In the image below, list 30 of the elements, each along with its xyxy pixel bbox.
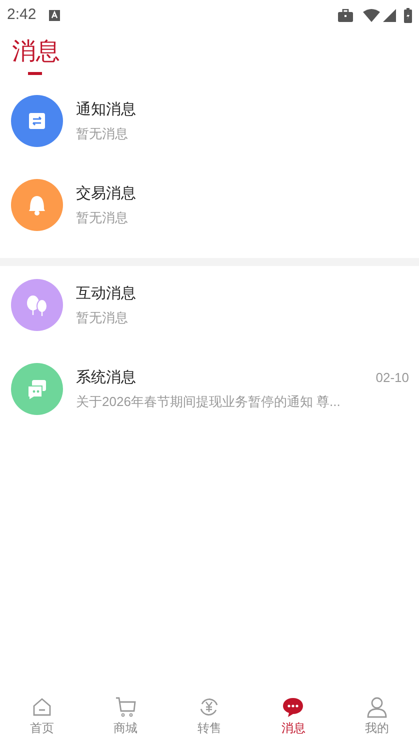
category-title: 交易消息 (76, 184, 136, 204)
tab-button[interactable]: 商城 (84, 690, 168, 742)
message-preview: 关于2026年春节期间提现业务暂停的通知 尊... (76, 393, 340, 411)
message-preview: 暂无消息 (76, 209, 128, 227)
tab-button[interactable]: 我的 (335, 690, 419, 742)
tab-button[interactable]: 转售 (168, 690, 252, 742)
page-title: 消息 (12, 37, 60, 67)
signal-icon (383, 8, 396, 22)
battery-icon (404, 8, 412, 22)
category-title: 通知消息 (76, 100, 136, 120)
keyboard-icon (49, 10, 60, 20)
message-preview: 暂无消息 (76, 125, 128, 143)
message-category[interactable]: 交易消息 暂无消息 (0, 179, 419, 263)
status-time: 2:42 (7, 4, 36, 25)
mall-tab-icon (114, 696, 137, 718)
category-title: 互动消息 (76, 284, 136, 304)
message-category[interactable]: 互动消息 暂无消息 (0, 279, 419, 363)
message-category[interactable]: 系统消息 02-10 关于2026年春节期间提现业务暂停的通知 尊... (0, 363, 419, 447)
resale-tab-icon (198, 696, 220, 718)
message-preview: 暂无消息 (76, 309, 128, 327)
message-category[interactable]: 通知消息 暂无消息 (0, 95, 419, 179)
tab-button[interactable]: 消息 (251, 690, 336, 742)
messages-tab-icon (282, 696, 304, 718)
tab-button[interactable]: 首页 (0, 690, 84, 742)
briefcase-icon (338, 8, 353, 22)
home-tab-icon (30, 696, 53, 718)
wifi-icon (363, 8, 380, 22)
me-tab-icon (366, 696, 388, 718)
message-date: 02-10 (376, 369, 409, 388)
category-title: 系统消息 (76, 368, 136, 388)
